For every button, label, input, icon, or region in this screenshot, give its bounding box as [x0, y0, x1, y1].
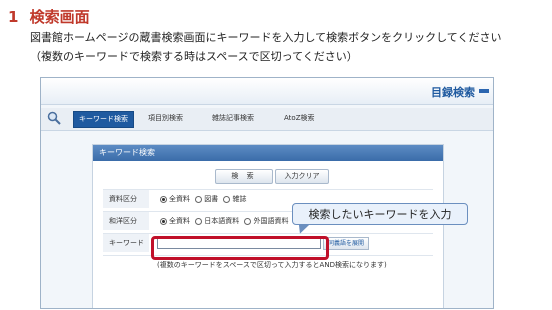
radio-journals[interactable]: [223, 195, 231, 203]
material-type-label: 資料区分: [103, 190, 149, 208]
radio-foreign[interactable]: [244, 217, 252, 225]
option-label: 雑誌: [232, 195, 247, 203]
section-heading: 1 検索画面: [8, 6, 90, 27]
section-title: 検索画面: [29, 8, 90, 26]
keyword-search-panel: キーワード検索 検 索 入力クリア 資料区分 全資料 図書 雑誌 和洋区分 全資…: [92, 144, 444, 308]
option-label: 全資料: [169, 195, 190, 203]
keyword-label: キーワード: [103, 234, 149, 252]
keyword-input-highlight: [151, 236, 329, 260]
search-tab-bar: キーワード検索 項目別検索 雑誌記事検索 AtoZ検索: [41, 108, 493, 131]
header-bar: 目録検索: [41, 78, 493, 105]
radio-all-languages[interactable]: [160, 217, 167, 225]
option-label: 外国語資料: [253, 217, 289, 225]
tab-keyword-search[interactable]: キーワード検索: [73, 111, 134, 128]
radio-books[interactable]: [195, 195, 203, 203]
header-title: 目録検索: [431, 86, 475, 99]
section-number: 1: [8, 8, 19, 26]
clear-button[interactable]: 入力クリア: [275, 169, 329, 184]
tab-atoz-search[interactable]: AtoZ検索: [279, 111, 320, 126]
catalog-search-screenshot: 目録検索 キーワード検索 項目別検索 雑誌記事検索 AtoZ検索 キーワード検索…: [40, 77, 494, 309]
panel-title: キーワード検索: [93, 145, 443, 161]
instruction-line-2: （複数のキーワードで検索する時はスペースで区切ってください）: [30, 50, 358, 63]
tab-field-search[interactable]: 項目別検索: [143, 111, 188, 126]
radio-all-materials[interactable]: [160, 195, 167, 203]
option-label: 図書: [204, 195, 219, 203]
expand-synonyms-button[interactable]: 同義語を展開: [323, 237, 370, 250]
language-type-label: 和洋区分: [103, 212, 149, 230]
language-type-options: 全資料 日本語資料 外国語資料: [157, 212, 288, 230]
tab-article-search[interactable]: 雑誌記事検索: [207, 111, 259, 126]
instruction-line-1: 図書館ホームページの蔵書検索画面にキーワードを入力して検索ボタンをクリックしてく…: [30, 31, 502, 44]
header-mark: [479, 89, 489, 93]
magnifier-icon: [47, 111, 61, 125]
option-label: 全資料: [169, 217, 190, 225]
option-label: 日本語資料: [204, 217, 240, 225]
search-button[interactable]: 検 索: [215, 169, 273, 184]
callout-label: 検索したいキーワードを入力: [292, 203, 468, 225]
material-type-options: 全資料 図書 雑誌: [157, 190, 246, 208]
radio-japanese[interactable]: [195, 217, 203, 225]
